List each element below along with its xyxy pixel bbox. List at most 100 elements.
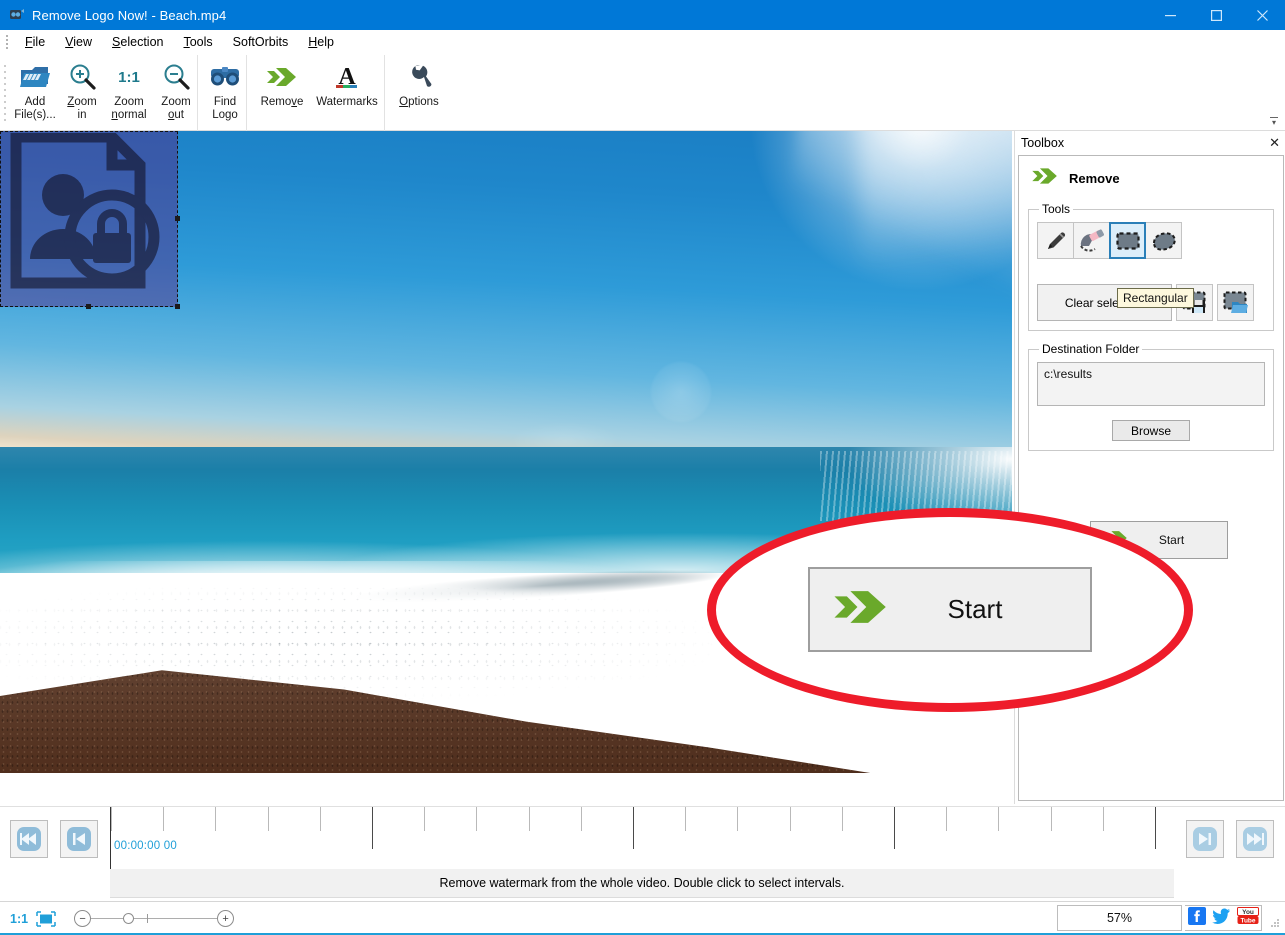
timeline-tick-major — [372, 807, 373, 849]
interval-hint-text: Remove watermark from the whole video. D… — [439, 876, 844, 890]
zoom-ratio-label: 1:1 — [10, 912, 28, 926]
load-selection-icon[interactable] — [1217, 284, 1254, 321]
destination-folder-input[interactable] — [1037, 362, 1265, 406]
browse-button[interactable]: Browse — [1112, 420, 1190, 441]
toolbar-group-remove: Remove A Watermarks — [247, 55, 385, 131]
svg-text:Tube: Tube — [1240, 917, 1255, 924]
menu-item-help[interactable]: Help — [298, 32, 344, 52]
timeline-tick-minor — [268, 807, 269, 831]
marker-tool-icon[interactable] — [1037, 222, 1074, 259]
plus-icon[interactable]: + — [217, 910, 234, 927]
toolbar-group-file: AddFile(s)... Zoomin 1:1 — [9, 55, 198, 131]
youtube-icon[interactable]: You Tube — [1237, 907, 1259, 930]
menu-item-softorbits[interactable]: SoftOrbits — [223, 32, 299, 52]
timeline-tick-minor — [215, 807, 216, 831]
interval-hint-bar[interactable]: Remove watermark from the whole video. D… — [0, 869, 1285, 901]
twitter-icon[interactable] — [1212, 907, 1231, 930]
timeline-tick-minor — [842, 807, 843, 831]
tool-buttons-row — [1037, 222, 1183, 259]
fit-to-window-icon[interactable] — [36, 911, 56, 927]
zoom-normal-button[interactable]: 1:1 Zoomnormal — [103, 55, 155, 129]
destination-folder-group: Destination Folder Browse — [1028, 342, 1274, 451]
start-arrow-icon — [830, 584, 892, 635]
selection-handle-bottom[interactable] — [86, 304, 91, 309]
find-logo-label: FindLogo — [212, 96, 238, 121]
timeline-ruler[interactable]: 00:00:00 00 — [110, 807, 1179, 870]
eraser-tool-icon[interactable] — [1073, 222, 1110, 259]
menu-item-tools[interactable]: Tools — [173, 32, 222, 52]
zoom-slider-knob[interactable] — [123, 913, 134, 924]
timeline-timecode: 00:00:00 00 — [114, 840, 177, 852]
step-forward-button[interactable] — [1186, 820, 1224, 858]
timeline-tick-minor — [163, 807, 164, 831]
main-toolbar: AddFile(s)... Zoomin 1:1 — [0, 55, 1285, 131]
tools-group-label: Tools — [1039, 202, 1073, 216]
interval-hint-track[interactable]: Remove watermark from the whole video. D… — [110, 869, 1174, 898]
menu-item-file[interactable]: File — [15, 32, 55, 52]
timeline-tick-minor — [946, 807, 947, 831]
timeline-tick-minor — [685, 807, 686, 831]
selection-handle-right[interactable] — [175, 216, 180, 221]
social-links: You Tube — [1185, 905, 1262, 931]
zoom-callout-highlight: Start — [707, 508, 1193, 712]
timeline-tick-minor — [476, 807, 477, 831]
remove-arrow-icon — [1030, 165, 1060, 192]
menu-bar: File View Selection Tools SoftOrbits Hel… — [0, 30, 1285, 55]
start-button-magnified[interactable]: Start — [808, 567, 1092, 652]
add-files-label: AddFile(s)... — [14, 96, 56, 121]
zoom-slider[interactable]: − + — [74, 910, 234, 927]
timeline-playhead[interactable] — [110, 807, 111, 870]
remove-icon — [265, 59, 299, 95]
zoom-normal-label: Zoomnormal — [111, 96, 146, 121]
timeline-tick-minor — [111, 807, 112, 831]
facebook-icon[interactable] — [1188, 907, 1206, 930]
rectangular-select-icon[interactable] — [1109, 222, 1146, 259]
zoom-percent-field[interactable]: 57% — [1057, 905, 1182, 931]
toolbox-section-title: Remove — [1069, 171, 1120, 186]
tools-group: Tools — [1028, 202, 1274, 331]
add-files-icon — [19, 59, 51, 95]
step-back-button[interactable] — [60, 820, 98, 858]
minus-icon[interactable]: − — [74, 910, 91, 927]
toolbox-title-bar: Toolbox ✕ — [1015, 131, 1285, 155]
zoom-out-label: Zoomout — [161, 96, 190, 121]
menu-item-view[interactable]: View — [55, 32, 102, 52]
sun-ray-secondary — [860, 131, 1012, 371]
skip-to-start-button[interactable] — [10, 820, 48, 858]
lens-flare — [650, 361, 712, 423]
timeline-tick-major — [633, 807, 634, 849]
resize-grip-icon[interactable] — [1271, 919, 1283, 931]
timeline-tick-minor — [529, 807, 530, 831]
tool-tooltip: Rectangular — [1117, 288, 1194, 308]
zoom-out-button[interactable]: Zoomout — [155, 55, 197, 129]
zoom-slider-track[interactable] — [91, 918, 217, 919]
menu-drag-grip[interactable] — [2, 34, 11, 51]
zoom-normal-icon: 1:1 — [118, 59, 140, 95]
freeform-select-icon[interactable] — [1145, 222, 1182, 259]
minimize-button[interactable] — [1147, 0, 1193, 30]
remove-button[interactable]: Remove — [254, 55, 310, 129]
remove-label: Remove — [261, 96, 304, 109]
skip-to-end-button[interactable] — [1236, 820, 1274, 858]
selection-handle-corner[interactable] — [175, 304, 180, 309]
timeline-tick-minor — [998, 807, 999, 831]
menu-item-selection[interactable]: Selection — [102, 32, 173, 52]
zoom-in-button[interactable]: Zoomin — [61, 55, 103, 129]
watermarks-button[interactable]: A Watermarks — [310, 55, 384, 129]
timeline-tick-major — [1155, 807, 1156, 849]
watermark-selection-region[interactable] — [0, 131, 178, 307]
zoom-percent-value: 57% — [1107, 911, 1132, 925]
toolbar-overflow-button[interactable]: ▾ — [1269, 117, 1279, 126]
add-files-button[interactable]: AddFile(s)... — [9, 55, 61, 129]
destination-folder-label: Destination Folder — [1039, 342, 1142, 356]
close-button[interactable] — [1239, 0, 1285, 30]
find-logo-button[interactable]: FindLogo — [204, 55, 246, 129]
close-icon[interactable]: ✕ — [1269, 137, 1280, 149]
zoom-slider-midmark — [147, 914, 148, 923]
toolbar-drag-grip[interactable] — [2, 61, 7, 125]
timeline-tick-minor — [737, 807, 738, 831]
maximize-button[interactable] — [1193, 0, 1239, 30]
options-button[interactable]: Options — [393, 55, 445, 129]
document-person-lock-watermark — [8, 133, 168, 301]
window-controls — [1147, 0, 1285, 30]
